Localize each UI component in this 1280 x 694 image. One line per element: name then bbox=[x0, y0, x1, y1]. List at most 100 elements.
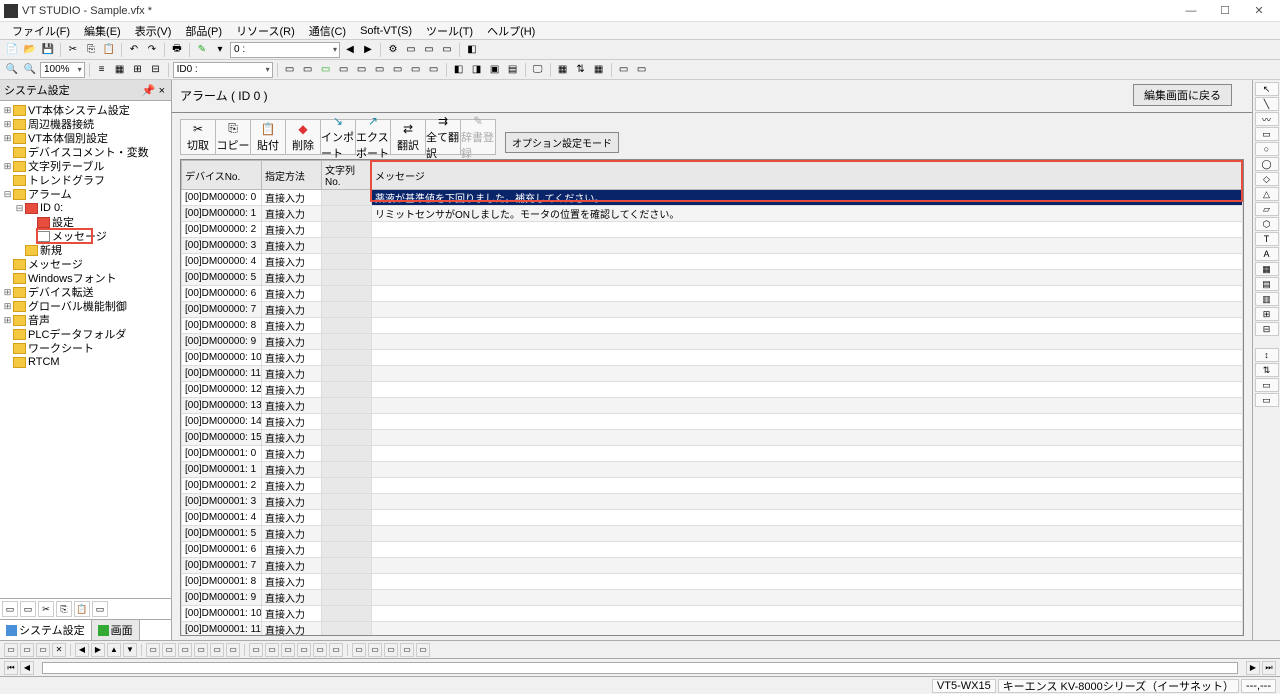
bt-del-icon[interactable]: ✕ bbox=[52, 643, 66, 657]
table-row[interactable]: [00]DM00001: 7直接入力 bbox=[182, 558, 1243, 574]
table-row[interactable]: [00]DM00000: 13直接入力 bbox=[182, 398, 1243, 414]
table-row[interactable]: [00]DM00000: 4直接入力 bbox=[182, 254, 1243, 270]
bt6[interactable]: ▶ bbox=[91, 643, 105, 657]
tbx18-icon[interactable]: ▭ bbox=[634, 62, 650, 78]
zoom-out-icon[interactable]: 🔍 bbox=[22, 62, 38, 78]
tbx1-icon[interactable]: ▭ bbox=[282, 62, 298, 78]
table-row[interactable]: [00]DM00000: 9直接入力 bbox=[182, 334, 1243, 350]
save-icon[interactable]: 💾 bbox=[40, 42, 56, 58]
table-row[interactable]: [00]DM00001: 11直接入力 bbox=[182, 622, 1243, 637]
tree-item-3[interactable]: デバイスコメント・変数 bbox=[0, 145, 171, 159]
draw-tool-7[interactable]: △ bbox=[1255, 187, 1279, 201]
action-翻訳[interactable]: ⇄翻訳 bbox=[390, 119, 426, 155]
next-icon[interactable]: ▶ bbox=[360, 42, 376, 58]
tree-item-16[interactable]: PLCデータフォルダ bbox=[0, 327, 171, 341]
tbx10-icon[interactable]: ◧ bbox=[451, 62, 467, 78]
bt19[interactable]: ▭ bbox=[313, 643, 327, 657]
panel-pin-icon[interactable]: 📌 × bbox=[140, 84, 167, 97]
dropdown-icon[interactable]: ▾ bbox=[212, 42, 228, 58]
menu-5[interactable]: 通信(C) bbox=[303, 22, 352, 40]
table-row[interactable]: [00]DM00000: 8直接入力 bbox=[182, 318, 1243, 334]
menu-7[interactable]: ツール(T) bbox=[420, 22, 479, 40]
col-header-3[interactable]: メッセージ bbox=[372, 161, 1243, 190]
table-row[interactable]: [00]DM00001: 10直接入力 bbox=[182, 606, 1243, 622]
tree-item-1[interactable]: ⊞周辺機器接続 bbox=[0, 117, 171, 131]
tree-btn2[interactable]: ▭ bbox=[20, 601, 36, 617]
bt2[interactable]: ▭ bbox=[20, 643, 34, 657]
draw-tool-14[interactable]: ▥ bbox=[1255, 292, 1279, 306]
monitor-icon[interactable]: 🖵 bbox=[530, 62, 546, 78]
draw-tool-4[interactable]: ○ bbox=[1255, 142, 1279, 156]
table-row[interactable]: [00]DM00000: 14直接入力 bbox=[182, 414, 1243, 430]
tree-item-5[interactable]: トレンドグラフ bbox=[0, 173, 171, 187]
tree-paste-icon[interactable]: 📋 bbox=[74, 601, 90, 617]
tree-item-13[interactable]: ⊞デバイス転送 bbox=[0, 285, 171, 299]
tree-cut-icon[interactable]: ✂ bbox=[38, 601, 54, 617]
tbx4-icon[interactable]: ▭ bbox=[336, 62, 352, 78]
align3-icon[interactable]: ⊟ bbox=[148, 62, 164, 78]
tbx16-icon[interactable]: ▦ bbox=[591, 62, 607, 78]
tbx3-icon[interactable]: ▭ bbox=[318, 62, 334, 78]
tbx14-icon[interactable]: ▦ bbox=[555, 62, 571, 78]
table-row[interactable]: [00]DM00001: 8直接入力 bbox=[182, 574, 1243, 590]
return-to-edit-button[interactable]: 編集画面に戻る bbox=[1133, 84, 1232, 106]
print-icon[interactable]: 🖶 bbox=[169, 42, 185, 58]
bt8[interactable]: ▼ bbox=[123, 643, 137, 657]
action-削除[interactable]: ◆削除 bbox=[285, 119, 321, 155]
table-row[interactable]: [00]DM00001: 4直接入力 bbox=[182, 510, 1243, 526]
table-row[interactable]: [00]DM00000: 12直接入力 bbox=[182, 382, 1243, 398]
table-row[interactable]: [00]DM00000: 10直接入力 bbox=[182, 350, 1243, 366]
bt25[interactable]: ▭ bbox=[416, 643, 430, 657]
tree-btn6[interactable]: ▭ bbox=[92, 601, 108, 617]
draw-tool-21[interactable]: ▭ bbox=[1255, 393, 1279, 407]
id-combo[interactable]: ID0 : bbox=[173, 62, 273, 78]
bt3[interactable]: ▭ bbox=[36, 643, 50, 657]
tree-item-8[interactable]: 設定 bbox=[0, 215, 171, 229]
screen-combo[interactable]: 0 : bbox=[230, 42, 340, 58]
table-row[interactable]: [00]DM00001: 9直接入力 bbox=[182, 590, 1243, 606]
draw-tool-16[interactable]: ⊟ bbox=[1255, 322, 1279, 336]
table-row[interactable]: [00]DM00001: 3直接入力 bbox=[182, 494, 1243, 510]
bt5[interactable]: ◀ bbox=[75, 643, 89, 657]
tree-item-12[interactable]: Windowsフォント bbox=[0, 271, 171, 285]
prev-icon[interactable]: ◀ bbox=[342, 42, 358, 58]
tab-screen[interactable]: 画面 bbox=[92, 620, 140, 640]
action-貼付[interactable]: 📋貼付 bbox=[250, 119, 286, 155]
bt13[interactable]: ▭ bbox=[210, 643, 224, 657]
tree-item-15[interactable]: ⊞音声 bbox=[0, 313, 171, 327]
tool5-icon[interactable]: ◧ bbox=[464, 42, 480, 58]
tree-item-6[interactable]: ⊟アラーム bbox=[0, 187, 171, 201]
alarm-grid[interactable]: デバイスNo.指定方法文字列No.メッセージ[00]DM00000: 0直接入力… bbox=[181, 160, 1243, 636]
draw-tool-3[interactable]: ▭ bbox=[1255, 127, 1279, 141]
table-row[interactable]: [00]DM00001: 5直接入力 bbox=[182, 526, 1243, 542]
table-row[interactable]: [00]DM00000: 3直接入力 bbox=[182, 238, 1243, 254]
tree-item-0[interactable]: ⊞VT本体システム設定 bbox=[0, 103, 171, 117]
table-row[interactable]: [00]DM00000: 0直接入力薬液が基準値を下回りました。補充してください… bbox=[182, 190, 1243, 206]
menu-6[interactable]: Soft-VT(S) bbox=[354, 24, 418, 38]
scroll-next-icon[interactable]: ▶ bbox=[1246, 661, 1260, 675]
draw-tool-9[interactable]: ⬡ bbox=[1255, 217, 1279, 231]
copy-icon[interactable]: ⎘ bbox=[83, 42, 99, 58]
tbx13-icon[interactable]: ▤ bbox=[505, 62, 521, 78]
bt20[interactable]: ▭ bbox=[329, 643, 343, 657]
action-コピー[interactable]: ⎘コピー bbox=[215, 119, 251, 155]
bt24[interactable]: ▭ bbox=[400, 643, 414, 657]
close-button[interactable]: ✕ bbox=[1242, 1, 1276, 21]
menu-1[interactable]: 編集(E) bbox=[78, 22, 127, 40]
tree-item-18[interactable]: RTCM bbox=[0, 355, 171, 369]
draw-tool-11[interactable]: A bbox=[1255, 247, 1279, 261]
draw-tool-12[interactable]: ▦ bbox=[1255, 262, 1279, 276]
bt7[interactable]: ▲ bbox=[107, 643, 121, 657]
tbx5-icon[interactable]: ▭ bbox=[354, 62, 370, 78]
table-row[interactable]: [00]DM00000: 7直接入力 bbox=[182, 302, 1243, 318]
draw-tool-18[interactable]: ↕ bbox=[1255, 348, 1279, 362]
draw-tool-13[interactable]: ▤ bbox=[1255, 277, 1279, 291]
bt9[interactable]: ▭ bbox=[146, 643, 160, 657]
maximize-button[interactable]: ☐ bbox=[1208, 1, 1242, 21]
draw-tool-8[interactable]: ▱ bbox=[1255, 202, 1279, 216]
menu-3[interactable]: 部品(P) bbox=[179, 22, 228, 40]
table-row[interactable]: [00]DM00001: 6直接入力 bbox=[182, 542, 1243, 558]
tool3-icon[interactable]: ▭ bbox=[421, 42, 437, 58]
tree-item-2[interactable]: ⊞VT本体個別設定 bbox=[0, 131, 171, 145]
scroll-prev-icon[interactable]: ◀ bbox=[20, 661, 34, 675]
